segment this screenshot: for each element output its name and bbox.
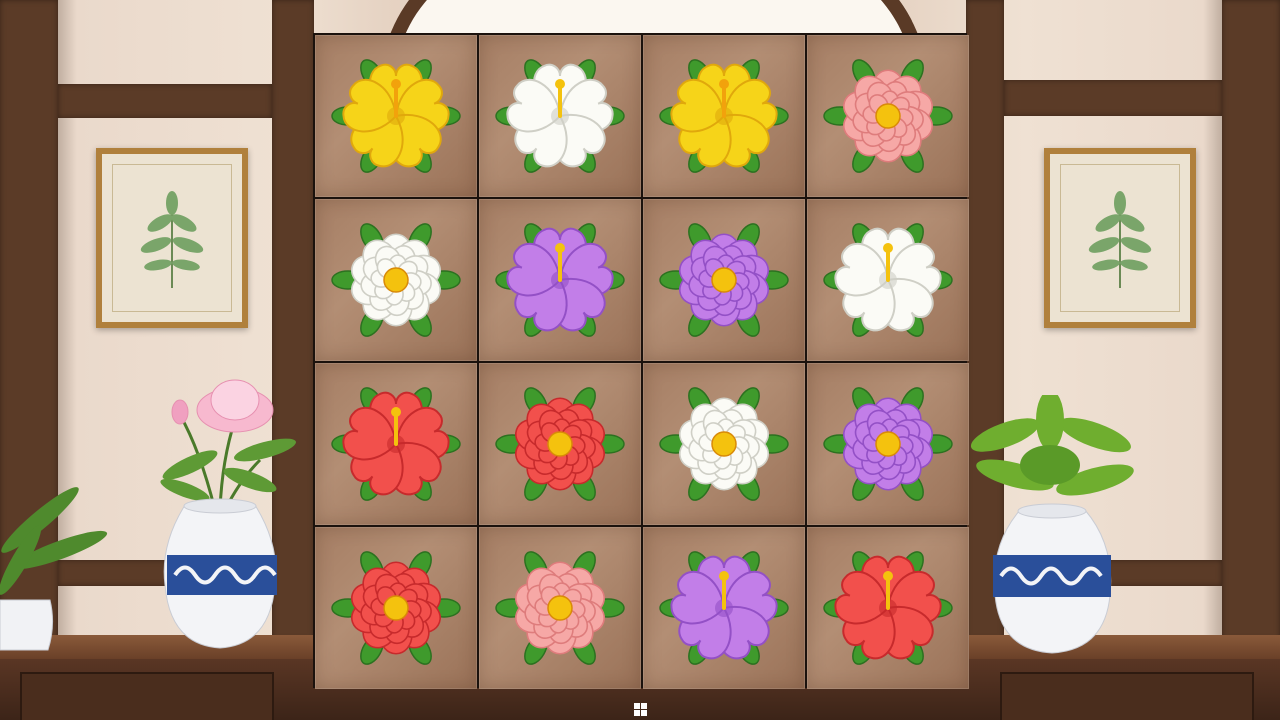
windows-start-icon[interactable]	[634, 703, 647, 716]
yellow-hibiscus-icon	[659, 59, 789, 173]
tile-r3-c4[interactable]	[807, 363, 969, 525]
left-vase-with-pink-flower	[160, 379, 296, 649]
right-crossbeam	[1004, 80, 1222, 116]
left-potted-plant	[0, 487, 108, 651]
cabinet-panel	[20, 672, 274, 720]
white-camellia-icon	[659, 387, 789, 501]
tile-r4-c2[interactable]	[479, 527, 641, 689]
purple-hibiscus-icon	[659, 551, 789, 665]
cabinet-panel	[1000, 672, 1254, 720]
tile-r1-c4[interactable]	[807, 35, 969, 197]
tile-r4-c3[interactable]	[643, 527, 805, 689]
yellow-hibiscus-icon	[331, 59, 461, 173]
white-hibiscus-icon	[495, 59, 625, 173]
left-picture-frame	[96, 148, 248, 328]
tile-r4-c1[interactable]	[315, 527, 477, 689]
red-hibiscus-icon	[823, 551, 953, 665]
white-hibiscus-icon	[823, 223, 953, 337]
right-pillar	[1222, 0, 1280, 640]
tile-r3-c2[interactable]	[479, 363, 641, 525]
pink-camellia-icon	[495, 551, 625, 665]
white-camellia-icon	[331, 223, 461, 337]
red-hibiscus-icon	[331, 387, 461, 501]
right-picture-frame	[1044, 148, 1196, 328]
tile-r1-c1[interactable]	[315, 35, 477, 197]
left-crossbeam	[58, 84, 272, 118]
tile-r3-c1[interactable]	[315, 363, 477, 525]
tile-r2-c2[interactable]	[479, 199, 641, 361]
purple-hibiscus-icon	[495, 223, 625, 337]
tile-r4-c4[interactable]	[807, 527, 969, 689]
red-camellia-icon	[495, 387, 625, 501]
tile-r1-c2[interactable]	[479, 35, 641, 197]
pink-camellia-icon	[823, 59, 953, 173]
plant-illustration-icon	[140, 191, 204, 288]
tile-r2-c1[interactable]	[315, 199, 477, 361]
plant-illustration-icon	[1088, 191, 1152, 288]
tile-r2-c3[interactable]	[643, 199, 805, 361]
tile-r2-c4[interactable]	[807, 199, 969, 361]
tile-r3-c3[interactable]	[643, 363, 805, 525]
tile-r1-c3[interactable]	[643, 35, 805, 197]
purple-camellia-icon	[823, 387, 953, 501]
puzzle-board	[313, 33, 969, 689]
right-vase-with-plant	[970, 395, 1134, 654]
purple-camellia-icon	[659, 223, 789, 337]
red-camellia-icon	[331, 551, 461, 665]
